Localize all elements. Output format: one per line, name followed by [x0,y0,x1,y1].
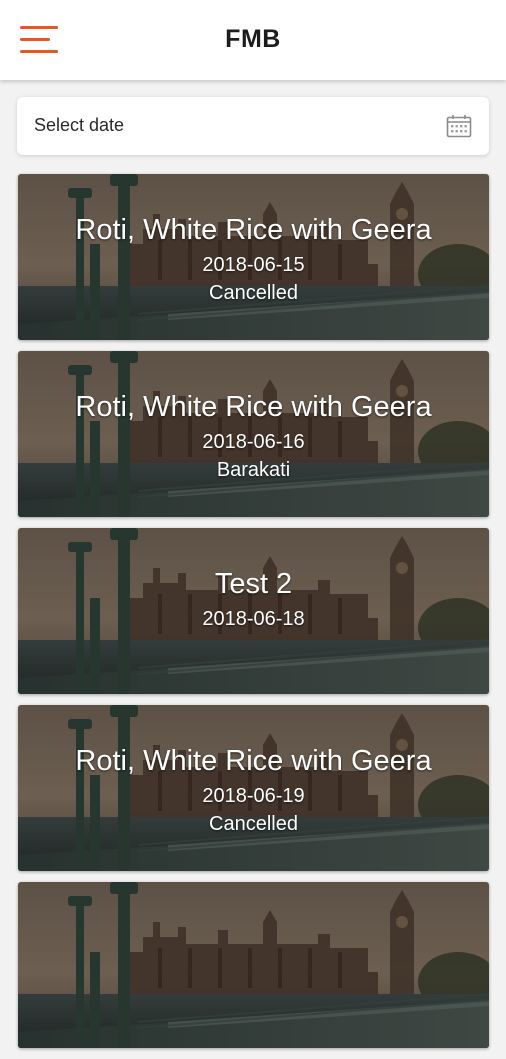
meal-status: Barakati [216,459,291,481]
meal-date: 2018-06-19 [202,785,305,807]
app-bar: FMB [0,0,506,80]
meal-name: Roti, White Rice with Geera [75,391,432,423]
meal-card[interactable] [18,882,489,1048]
meal-card[interactable]: Roti, White Rice with Geera 2018-06-16 B… [18,351,489,517]
meal-name: Roti, White Rice with Geera [75,745,432,777]
meal-card[interactable]: Roti, White Rice with Geera 2018-06-19 C… [18,705,489,871]
meal-date: 2018-06-16 [202,431,305,453]
meal-date: 2018-06-15 [202,254,305,276]
calendar-icon[interactable] [446,114,472,138]
date-picker-field[interactable]: Select date [17,97,489,155]
meal-date: 2018-06-18 [202,608,305,630]
date-picker-placeholder: Select date [34,115,125,135]
meal-card[interactable]: Roti, White Rice with Geera 2018-06-15 C… [18,174,489,340]
meal-name: Test 2 [214,568,293,600]
meal-status: Cancelled [209,282,298,304]
meal-status: Cancelled [209,813,298,835]
meal-card[interactable]: Test 2 2018-06-18 [18,528,489,694]
meal-name: Roti, White Rice with Geera [75,214,432,246]
meal-list: Roti, White Rice with Geera 2018-06-15 C… [18,174,490,1059]
page-title: FMB [225,25,281,53]
